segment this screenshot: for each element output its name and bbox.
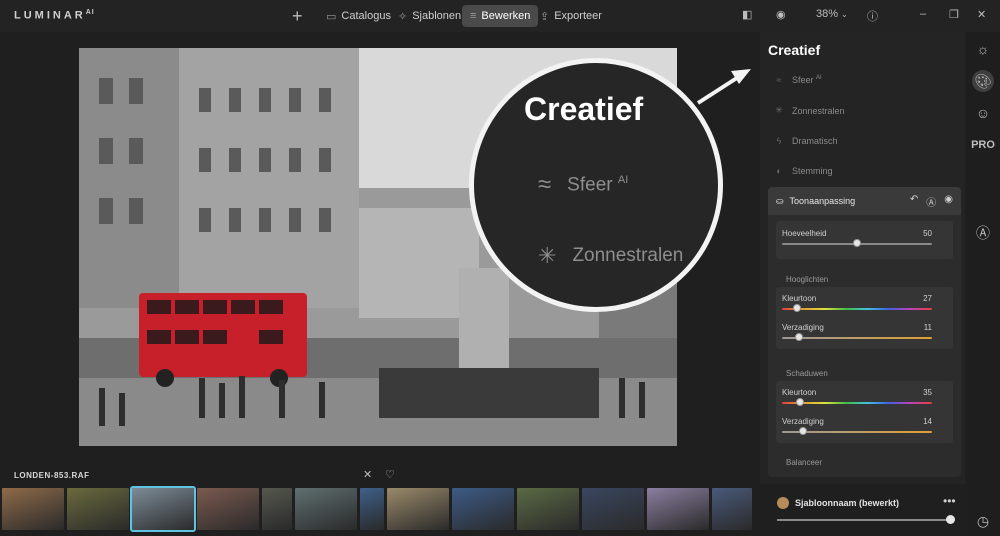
file-name: LONDEN-853.RAF [14, 471, 90, 480]
sliders-icon: ≡ [470, 10, 477, 22]
top-bar: LUMINARAI + ▭ Catalogus ✧ Sjablonen ≡ Bewer… [0, 0, 1000, 32]
magnifier-zonnestralen: ✳ Zonnestralen [538, 243, 684, 268]
film-thumbnail[interactable] [360, 488, 384, 530]
add-icon[interactable]: + [292, 6, 303, 27]
hue-track[interactable] [782, 402, 932, 404]
film-thumbnail[interactable] [517, 488, 579, 530]
tool-dramatisch[interactable]: ϟ Dramatisch [774, 136, 838, 146]
nav-bewerken[interactable]: ≡ Bewerken [462, 5, 539, 27]
tool-zonnestralen[interactable]: ✳ Zonnestralen [774, 105, 844, 116]
film-thumbnail[interactable] [197, 488, 259, 530]
wave-icon: ≈ [538, 171, 552, 198]
highlights-saturation-slider[interactable]: Verzadiging 11 [782, 323, 932, 341]
preset-bar: Sjabloonnaam (bewerkt) ••• [765, 488, 965, 528]
sparkle-icon: ✧ [398, 10, 408, 23]
film-thumbnail[interactable] [452, 488, 514, 530]
sh-hue-knob[interactable] [796, 398, 804, 406]
lightning-icon: ϟ [776, 136, 782, 146]
creative-palette-icon[interactable]: 🎨︎ [972, 70, 994, 92]
panel-title: Creatief [768, 42, 821, 58]
sh-sat-knob[interactable] [799, 427, 807, 435]
export-icon: ⇪ [540, 10, 550, 23]
film-thumbnail[interactable] [262, 488, 292, 530]
wave-icon: ≈ [776, 75, 782, 85]
film-thumbnail[interactable] [647, 488, 709, 530]
essentials-sun-icon[interactable]: ☼ [972, 38, 994, 60]
reject-icon[interactable]: ✕ [363, 468, 372, 481]
hl-sat-knob[interactable] [794, 333, 803, 341]
undo-icon[interactable]: ↶ [910, 194, 918, 209]
film-thumbnail[interactable] [712, 488, 752, 530]
amount-group [776, 221, 953, 259]
film-thumbnail[interactable] [387, 488, 449, 530]
minimize-icon[interactable]: – [920, 8, 926, 20]
tool-category-strip: ☼ 🎨︎ ☺ PRO Ⓐ ◷ [967, 32, 1000, 536]
ai-tools-icon[interactable]: Ⓐ [972, 222, 994, 244]
chevron-down-icon[interactable]: ⌄ [841, 10, 848, 19]
compare-icon[interactable]: ◧ [742, 8, 752, 21]
nav-catalogus[interactable]: ▭ Catalogus [318, 5, 399, 27]
favorite-heart-icon[interactable]: ♡ [385, 468, 395, 481]
nav-sjablonen[interactable]: ✧ Sjablonen [390, 5, 469, 27]
saturation-track[interactable] [782, 337, 932, 339]
highlights-label: Hooglichten [786, 275, 829, 284]
paint-bucket-icon: ⛀ [776, 195, 784, 206]
hl-hue-knob[interactable] [793, 304, 801, 312]
edit-panel: Creatief ≈ Sfeer AI ✳ Zonnestralen ϟ Dramat… [760, 32, 965, 484]
magnifier-title: Creatief [524, 91, 644, 127]
restore-icon[interactable]: ❐ [949, 8, 959, 21]
pro-icon[interactable]: PRO [971, 134, 995, 156]
portrait-face-icon[interactable]: ☺ [972, 102, 994, 124]
app-logo: LUMINARAI [14, 9, 95, 22]
amount-knob[interactable] [853, 239, 861, 247]
close-icon[interactable]: ✕ [977, 8, 986, 21]
magnifier-callout: Creatief ≈ Sfeer AI ✳ Zonnestralen [469, 58, 723, 312]
ai-icon[interactable]: Ⓐ [926, 194, 936, 209]
amount-slider[interactable]: Hoeveelheid 50 [782, 229, 932, 247]
nav-exporteer[interactable]: ⇪ Exporteer [532, 5, 610, 27]
film-thumbnail[interactable] [67, 488, 129, 530]
hue-track[interactable] [782, 308, 932, 310]
folder-icon: ▭ [326, 10, 337, 23]
visibility-toggle-icon[interactable]: ◉ [944, 194, 953, 209]
tool-stemming[interactable]: ◐ Stemming [774, 166, 832, 176]
tool-sfeer[interactable]: ≈ Sfeer AI [774, 75, 822, 85]
shadows-hue-slider[interactable]: Kleurtoon 35 [782, 388, 932, 406]
film-thumbnail[interactable] [130, 486, 196, 532]
help-icon[interactable]: ⓘ [867, 8, 878, 24]
film-thumbnail[interactable] [295, 488, 357, 530]
preset-amount-track[interactable] [777, 519, 953, 521]
shadows-label: Schaduwen [786, 369, 828, 378]
film-thumbnail[interactable] [582, 488, 644, 530]
sun-icon: ✳ [538, 243, 557, 268]
preset-amount-knob[interactable] [946, 515, 955, 524]
toonaanpassing-panel: ⛀ Toonaanpassing ↶ Ⓐ ◉ Hoeveelheid 50 Ho… [768, 187, 961, 477]
history-clock-icon[interactable]: ◷ [972, 510, 994, 532]
toonaanpassing-header[interactable]: ⛀ Toonaanpassing ↶ Ⓐ ◉ [768, 187, 961, 215]
sun-icon: ✳ [775, 105, 783, 115]
balance-label[interactable]: Balanceer [786, 458, 822, 467]
highlights-hue-slider[interactable]: Kleurtoon 27 [782, 294, 932, 312]
preset-thumbnail [777, 497, 789, 509]
shadows-saturation-slider[interactable]: Verzadiging 14 [782, 417, 932, 435]
mood-icon: ◐ [776, 166, 782, 176]
preset-name: Sjabloonnaam (bewerkt) [795, 498, 900, 508]
magnifier-sfeer: ≈ Sfeer AI [538, 171, 629, 198]
more-options-icon[interactable]: ••• [943, 494, 956, 508]
eye-icon[interactable]: ◉ [776, 8, 786, 21]
film-thumbnail[interactable] [2, 488, 64, 530]
zoom-level[interactable]: 38% [816, 8, 838, 20]
